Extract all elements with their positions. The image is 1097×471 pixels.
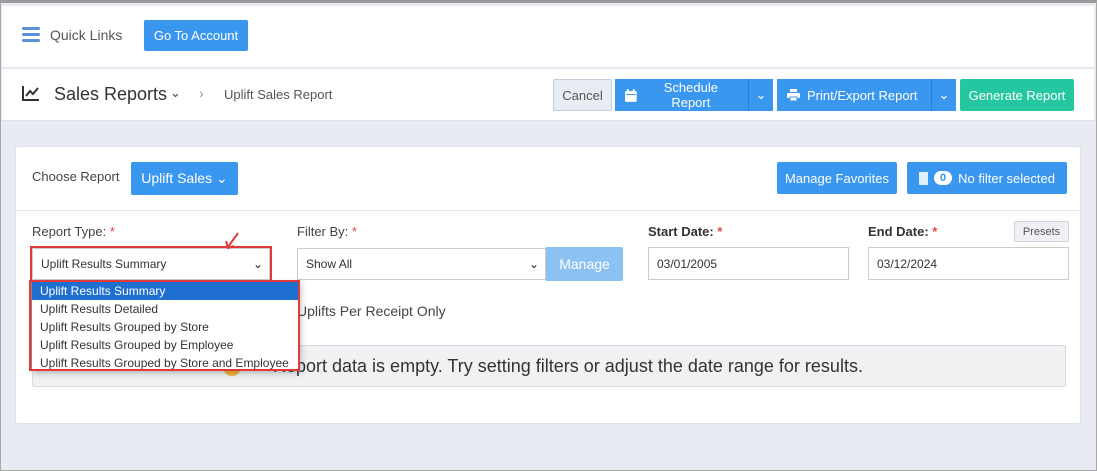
breadcrumb: Uplift Sales Report (224, 87, 333, 102)
card-toolbar: Choose Report Uplift Sales ⌄ Manage Favo… (16, 147, 1080, 211)
line-chart-icon (22, 86, 39, 101)
printer-icon (787, 89, 800, 101)
chevron-right-icon: › (199, 85, 204, 101)
end-date-label: End Date: * (868, 224, 938, 239)
filter-by-value: Show All (306, 257, 353, 271)
schedule-report-dropdown-toggle[interactable]: ⌄ (749, 79, 773, 111)
generate-report-button[interactable]: Generate Report (960, 79, 1074, 111)
no-filter-label: No filter selected (958, 170, 1055, 186)
page-title: Sales Reports (54, 84, 168, 104)
chevron-down-icon: ⌄ (528, 257, 539, 271)
filter-by-select[interactable]: Show All ⌄ (297, 248, 546, 280)
schedule-report-button[interactable]: Schedule Report (615, 79, 749, 111)
start-date-input[interactable]: 03/01/2005 (648, 247, 849, 280)
filter-status-button[interactable]: 0 No filter selected (907, 162, 1067, 194)
chevron-down-icon: ⌄ (215, 170, 228, 186)
uplifts-per-receipt-checkbox-label[interactable]: Uplifts Per Receipt Only (297, 303, 446, 319)
go-to-account-button[interactable]: Go To Account (144, 20, 248, 51)
menu-icon[interactable] (22, 27, 40, 43)
end-date-value: 03/12/2024 (877, 256, 938, 271)
manage-favorites-button[interactable]: Manage Favorites (777, 162, 897, 194)
end-date-input[interactable]: 03/12/2024 (868, 247, 1069, 280)
presets-button[interactable]: Presets (1014, 221, 1069, 242)
print-export-label: Print/Export Report (807, 87, 918, 103)
alert-message: Report data is empty. Try setting filter… (273, 356, 863, 376)
dropdown-highlight-box (29, 280, 300, 371)
schedule-report-label: Schedule Report (663, 80, 718, 110)
report-type-label: Report Type: * (32, 224, 115, 239)
start-date-value: 03/01/2005 (657, 256, 718, 271)
print-export-button[interactable]: Print/Export Report (777, 79, 932, 111)
highlight-box (30, 246, 272, 282)
schedule-report-split-button: Schedule Report ⌄ (615, 79, 773, 111)
annotation-arrow-icon (225, 232, 239, 250)
choose-report-dropdown[interactable]: Uplift Sales ⌄ (131, 162, 238, 195)
start-date-label: Start Date: * (648, 224, 723, 239)
chevron-down-icon[interactable]: ⌄ (170, 85, 181, 101)
chevron-down-icon: ⌄ (938, 87, 950, 102)
choose-report-label: Choose Report (32, 169, 120, 184)
report-header: Sales Reports ⌄ › Uplift Sales Report Ca… (2, 69, 1094, 121)
filter-by-label: Filter By: * (297, 224, 357, 239)
selected-report-label: Uplift Sales (141, 170, 213, 186)
manage-filter-button[interactable]: Manage (546, 247, 623, 281)
filter-icon (919, 171, 928, 185)
calendar-icon (625, 88, 637, 102)
chevron-down-icon: ⌄ (755, 87, 767, 102)
top-bar: Quick Links Go To Account (2, 6, 1094, 68)
cancel-button[interactable]: Cancel (553, 79, 612, 111)
print-export-dropdown-toggle[interactable]: ⌄ (932, 79, 956, 111)
print-export-split-button: Print/Export Report ⌄ (777, 79, 956, 111)
quick-links-link[interactable]: Quick Links (50, 27, 122, 43)
filter-count-badge: 0 (934, 171, 953, 185)
